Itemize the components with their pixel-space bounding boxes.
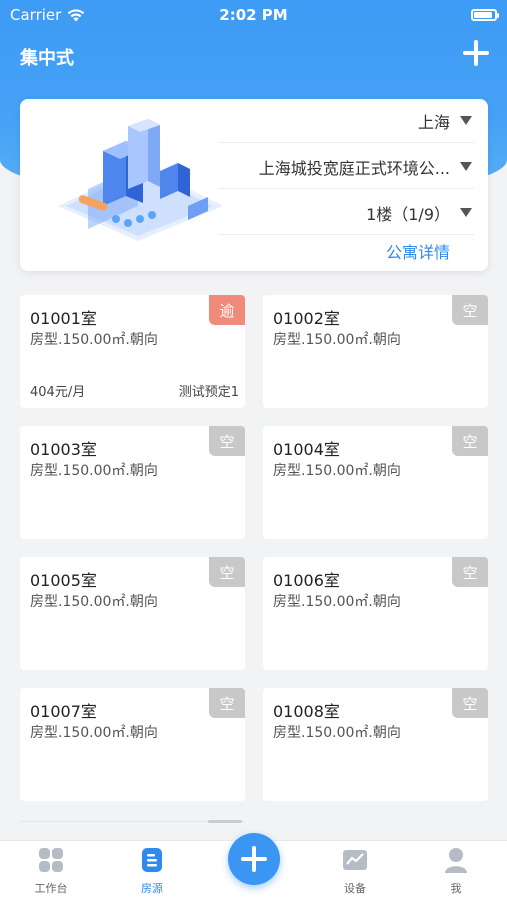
room-card[interactable]: 01007室 房型.150.00㎡.朝向 空 (20, 688, 245, 801)
room-type: 房型.150.00㎡.朝向 (30, 725, 158, 741)
scroll-indicator[interactable] (208, 820, 242, 823)
room-card[interactable]: 01006室 房型.150.00㎡.朝向 空 (263, 557, 488, 670)
room-number: 01006室 (273, 571, 340, 590)
grid-icon (39, 848, 63, 872)
vacant-badge: 空 (452, 557, 488, 587)
floor-selector[interactable]: 1楼（1/9） (218, 191, 474, 235)
tab-label: 我 (450, 882, 462, 895)
tab-workbench[interactable]: 工作台 (16, 847, 86, 896)
tab-label: 房源 (141, 882, 163, 895)
vacant-badge: 空 (452, 295, 488, 325)
room-number: 01003室 (30, 440, 97, 459)
room-card[interactable]: 01003室 房型.150.00㎡.朝向 空 (20, 426, 245, 539)
vacant-badge: 空 (452, 688, 488, 718)
building-card: 上海 上海城投宽庭正式环境公... 1楼（1/9） 公寓详情 (20, 99, 488, 271)
tab-label: 工作台 (34, 882, 68, 895)
project-selector[interactable]: 上海城投宽庭正式环境公... (218, 145, 474, 189)
room-card[interactable]: 01005室 房型.150.00㎡.朝向 空 (20, 557, 245, 670)
chart-icon (343, 850, 367, 870)
vacant-badge: 空 (452, 426, 488, 456)
overdue-badge: 逾 (209, 295, 245, 325)
room-type: 房型.150.00㎡.朝向 (30, 463, 158, 479)
room-number: 01004室 (273, 440, 340, 459)
tab-me[interactable]: 我 (421, 847, 491, 896)
room-number: 01001室 (30, 309, 97, 328)
vacant-badge: 空 (209, 688, 245, 718)
vacant-badge: 空 (209, 557, 245, 587)
floor-label: 1楼（1/9） (366, 204, 450, 224)
city-selector[interactable]: 上海 (218, 99, 474, 143)
room-type: 房型.150.00㎡.朝向 (273, 725, 401, 741)
apartment-detail-link[interactable]: 公寓详情 (386, 239, 450, 263)
room-type: 房型.150.00㎡.朝向 (30, 332, 158, 348)
center-add-button[interactable] (228, 833, 280, 885)
battery-icon (471, 9, 499, 21)
city-label: 上海 (417, 112, 450, 132)
room-number: 01007室 (30, 702, 97, 721)
room-tenant: 测试预定1 (178, 385, 239, 400)
dropdown-arrow-icon (460, 208, 472, 217)
status-bar: Carrier 2:02 PM (0, 0, 507, 30)
building-illustration-icon (58, 119, 223, 241)
user-icon (445, 848, 467, 873)
page-title: 集中式 (20, 48, 74, 69)
dropdown-arrow-icon (460, 116, 472, 125)
room-number: 01005室 (30, 571, 97, 590)
room-type: 房型.150.00㎡.朝向 (273, 332, 401, 348)
room-card[interactable]: 01002室 房型.150.00㎡.朝向 空 (263, 295, 488, 408)
room-type: 房型.150.00㎡.朝向 (273, 594, 401, 610)
room-card[interactable]: 01001室 房型.150.00㎡.朝向 逾 404元/月 测试预定1 (20, 295, 245, 408)
room-card[interactable]: 01004室 房型.150.00㎡.朝向 空 (263, 426, 488, 539)
room-number: 01008室 (273, 702, 340, 721)
room-type: 房型.150.00㎡.朝向 (30, 594, 158, 610)
document-icon (142, 848, 162, 872)
add-plus-icon[interactable] (463, 40, 489, 66)
room-type: 房型.150.00㎡.朝向 (273, 463, 401, 479)
room-card[interactable]: 01008室 房型.150.00㎡.朝向 空 (263, 688, 488, 801)
tab-housing[interactable]: 房源 (117, 847, 187, 896)
vacant-badge: 空 (209, 426, 245, 456)
room-number: 01002室 (273, 309, 340, 328)
dropdown-arrow-icon (460, 162, 472, 171)
room-price: 404元/月 (30, 385, 86, 400)
status-time: 2:02 PM (219, 6, 288, 24)
tab-label: 设备 (344, 882, 366, 895)
tab-devices[interactable]: 设备 (320, 847, 390, 896)
project-label: 上海城投宽庭正式环境公... (258, 158, 450, 178)
